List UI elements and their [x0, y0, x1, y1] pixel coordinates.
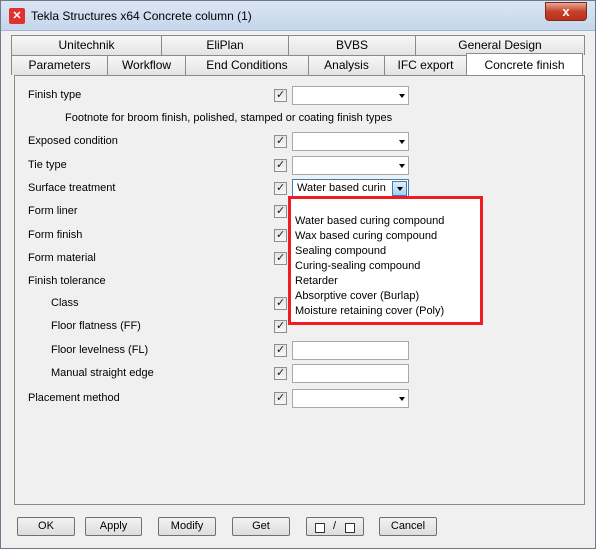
floor-levelness-checkbox[interactable] — [274, 343, 287, 357]
placement-method-label: Placement method — [28, 392, 120, 404]
concrete-finish-panel: Finish type Footnote for broom finish, p… — [14, 75, 585, 505]
form-finish-checkbox[interactable] — [274, 228, 287, 242]
form-material-label: Form material — [28, 252, 96, 264]
tab-eliplan[interactable]: EliPlan — [161, 35, 289, 55]
tab-end-conditions[interactable]: End Conditions — [185, 55, 309, 75]
button-bar: OK Apply Modify Get / Cancel — [1, 515, 595, 539]
get-button[interactable]: Get — [232, 517, 290, 536]
surface-treatment-dropdown-list: Water based curing compound Wax based cu… — [288, 196, 483, 325]
dropdown-option[interactable]: Sealing compound — [291, 244, 480, 259]
tab-bvbs[interactable]: BVBS — [288, 35, 416, 55]
placement-method-combo[interactable] — [292, 389, 409, 408]
tab-general-design[interactable]: General Design — [415, 35, 585, 55]
dropdown-option[interactable]: Wax based curing compound — [291, 229, 480, 244]
placement-method-checkbox[interactable] — [274, 391, 287, 405]
floor-flatness-label: Floor flatness (FF) — [51, 320, 141, 332]
tab-row-top: Unitechnik EliPlan BVBS General Design — [11, 35, 586, 55]
tie-type-combo[interactable] — [292, 156, 409, 175]
chevron-down-icon[interactable] — [392, 181, 407, 196]
dropdown-option[interactable]: Curing-sealing compound — [291, 259, 480, 274]
modify-button[interactable]: Modify — [158, 517, 216, 536]
finish-type-checkbox[interactable] — [274, 88, 287, 102]
close-button[interactable]: x — [545, 2, 587, 21]
finish-tolerance-label: Finish tolerance — [28, 275, 106, 287]
exposed-condition-checkbox[interactable] — [274, 134, 287, 148]
floor-levelness-label: Floor levelness (FL) — [51, 344, 149, 356]
tab-parameters[interactable]: Parameters — [11, 55, 108, 75]
surface-treatment-label: Surface treatment — [28, 182, 116, 194]
title-bar[interactable]: ✕ Tekla Structures x64 Concrete column (… — [1, 1, 595, 31]
dropdown-option[interactable]: Retarder — [291, 274, 480, 289]
tie-type-checkbox[interactable] — [274, 158, 287, 172]
form-material-checkbox[interactable] — [274, 251, 287, 265]
footnote-text: Footnote for broom finish, polished, sta… — [65, 112, 393, 124]
form-finish-label: Form finish — [28, 229, 83, 241]
toggle-separator: / — [333, 520, 337, 532]
dialog-window: ✕ Tekla Structures x64 Concrete column (… — [0, 0, 596, 549]
check-all-icon — [315, 523, 325, 533]
window-title: Tekla Structures x64 Concrete column (1) — [31, 9, 252, 23]
floor-flatness-checkbox[interactable] — [274, 319, 287, 333]
manual-straight-edge-label: Manual straight edge — [51, 367, 154, 379]
tab-analysis[interactable]: Analysis — [308, 55, 385, 75]
form-liner-checkbox[interactable] — [274, 204, 287, 218]
manual-straight-edge-field[interactable] — [292, 364, 409, 383]
cancel-button[interactable]: Cancel — [379, 517, 437, 536]
tab-row-bottom: Parameters Workflow End Conditions Analy… — [11, 53, 586, 75]
chevron-down-icon — [399, 164, 405, 168]
chevron-down-icon — [399, 397, 405, 401]
exposed-condition-combo[interactable] — [292, 132, 409, 151]
uncheck-all-icon — [345, 523, 355, 533]
tab-ifc-export[interactable]: IFC export — [384, 55, 467, 75]
finish-type-label: Finish type — [28, 89, 82, 101]
manual-straight-edge-checkbox[interactable] — [274, 366, 287, 380]
finish-type-combo[interactable] — [292, 86, 409, 105]
dropdown-option-empty[interactable] — [291, 199, 480, 214]
tekla-logo-icon: ✕ — [9, 8, 25, 24]
ok-button[interactable]: OK — [17, 517, 75, 536]
dropdown-option[interactable]: Moisture retaining cover (Poly) — [291, 304, 480, 319]
floor-levelness-field[interactable] — [292, 341, 409, 360]
surface-treatment-value: Water based curin — [297, 182, 386, 194]
chevron-down-icon — [399, 94, 405, 98]
class-checkbox[interactable] — [274, 296, 287, 310]
form-liner-label: Form liner — [28, 205, 78, 217]
dropdown-option[interactable]: Water based curing compound — [291, 214, 480, 229]
exposed-condition-label: Exposed condition — [28, 135, 118, 147]
toggle-all-button[interactable]: / — [306, 517, 364, 536]
tab-concrete-finish[interactable]: Concrete finish — [466, 53, 583, 75]
surface-treatment-checkbox[interactable] — [274, 181, 287, 195]
tab-unitechnik[interactable]: Unitechnik — [11, 35, 162, 55]
dropdown-option[interactable]: Absorptive cover (Burlap) — [291, 289, 480, 304]
apply-button[interactable]: Apply — [85, 517, 142, 536]
class-label: Class — [51, 297, 79, 309]
chevron-down-icon — [399, 140, 405, 144]
tab-workflow[interactable]: Workflow — [107, 55, 186, 75]
tie-type-label: Tie type — [28, 159, 67, 171]
